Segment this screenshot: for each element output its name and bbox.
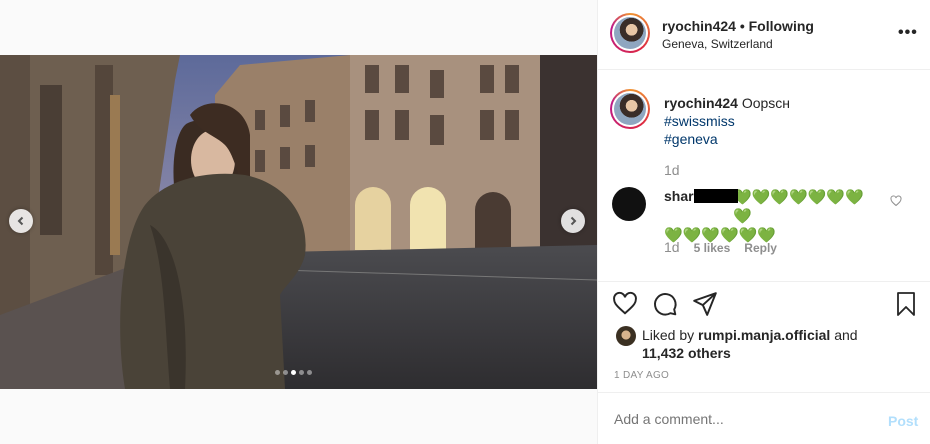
- others-count-link[interactable]: 11,432 others: [642, 345, 731, 361]
- share-button[interactable]: [692, 291, 718, 322]
- add-comment-bar: Post: [598, 392, 930, 444]
- commenter-avatar[interactable]: [612, 187, 646, 221]
- author-username[interactable]: ryochin424: [662, 18, 736, 34]
- hashtag-link[interactable]: #swissmiss: [664, 112, 914, 130]
- comment-time[interactable]: 1d: [664, 239, 680, 255]
- comment-like-button[interactable]: [890, 194, 902, 212]
- reply-button[interactable]: Reply: [744, 241, 777, 255]
- caption: ryochin424 Oopsсн #swissmiss #geneva: [664, 94, 914, 148]
- liked-by-prefix: Liked by: [642, 327, 695, 343]
- carousel-dot: [307, 370, 312, 375]
- separator-dot: •: [739, 18, 745, 34]
- more-options-icon[interactable]: •••: [898, 24, 918, 42]
- comment-button[interactable]: [652, 291, 678, 322]
- liker-avatar[interactable]: [616, 326, 636, 346]
- photo-illustration: [0, 55, 597, 389]
- save-button[interactable]: [894, 291, 918, 322]
- chevron-right-icon: [570, 216, 577, 226]
- comment-meta: 1d 5 likes Reply: [664, 239, 777, 255]
- commenter-username[interactable]: shar: [664, 188, 738, 204]
- bookmark-icon: [897, 292, 915, 316]
- liked-by-and: and: [834, 327, 858, 343]
- liked-by-text: Liked by rumpi.manja.official and 11,432…: [642, 326, 902, 362]
- follow-status-button[interactable]: Following: [749, 18, 814, 34]
- liker-username[interactable]: rumpi.manja.official: [698, 327, 830, 343]
- add-comment-input[interactable]: [614, 411, 874, 427]
- comment-likes-count[interactable]: 5 likes: [694, 241, 731, 255]
- carousel-dot: [283, 370, 288, 375]
- caption-time[interactable]: 1d: [664, 162, 680, 178]
- heart-outline-icon: [890, 195, 902, 207]
- carousel-dot-active: [291, 370, 296, 375]
- previous-photo-button[interactable]: [9, 209, 33, 233]
- author-avatar[interactable]: [610, 13, 650, 53]
- author-line: ryochin424 • Following: [662, 18, 814, 34]
- caption-avatar[interactable]: [610, 89, 650, 129]
- paper-plane-icon: [693, 292, 717, 316]
- carousel-indicator: [275, 370, 312, 375]
- carousel-dot: [275, 370, 280, 375]
- post-header: ryochin424 • Following Geneva, Switzerla…: [598, 0, 930, 70]
- hashtag-link[interactable]: #geneva: [664, 130, 914, 148]
- comment-bubble-icon: [654, 293, 677, 316]
- next-photo-button[interactable]: [561, 209, 585, 233]
- chevron-left-icon: [17, 216, 24, 226]
- post-comment-button[interactable]: Post: [888, 413, 918, 429]
- carousel-dot: [299, 370, 304, 375]
- heart-outline-icon: [613, 291, 637, 315]
- post-media: [0, 0, 597, 444]
- post-photo[interactable]: [0, 55, 597, 389]
- actions-divider: [598, 281, 930, 282]
- post-side-panel: ryochin424 • Following Geneva, Switzerla…: [597, 0, 930, 444]
- post-timestamp[interactable]: 1 DAY AGO: [614, 370, 669, 381]
- location-link[interactable]: Geneva, Switzerland: [662, 37, 773, 51]
- like-button[interactable]: [612, 291, 638, 322]
- caption-username[interactable]: ryochin424: [664, 95, 738, 111]
- instagram-post: ryochin424 • Following Geneva, Switzerla…: [0, 0, 930, 444]
- redaction-bar: [693, 189, 738, 203]
- caption-text: Oopsсн: [741, 95, 791, 111]
